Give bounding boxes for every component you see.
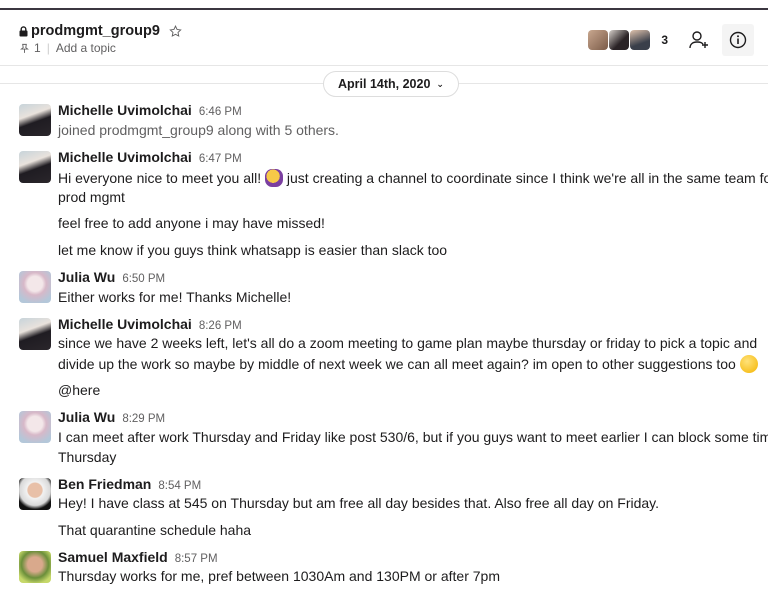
- chevron-down-icon: ⌄: [436, 78, 444, 89]
- message-text: Either works for me! Thanks Michelle!: [58, 289, 292, 305]
- member-avatar: [609, 30, 630, 50]
- timestamp[interactable]: 8:57 PM: [175, 553, 218, 565]
- avatar[interactable]: [19, 551, 51, 583]
- member-avatars[interactable]: [588, 30, 651, 50]
- timestamp[interactable]: 6:50 PM: [122, 273, 165, 285]
- slightly-smiling-face-emoji: [739, 355, 758, 373]
- add-member-icon[interactable]: [688, 29, 710, 51]
- avatar[interactable]: [19, 478, 51, 510]
- add-topic-link[interactable]: Add a topic: [56, 41, 116, 55]
- message-text: let me know if you guys think whatsapp i…: [58, 242, 448, 258]
- author-name[interactable]: Michelle Uvimolchai: [58, 149, 192, 165]
- timestamp[interactable]: 8:29 PM: [122, 413, 165, 425]
- message-text: Hi everyone nice to meet you all! just c…: [58, 169, 768, 187]
- message-text: joined prodmgmt_group9 along with 5 othe…: [58, 122, 339, 138]
- message-text: That quarantine schedule haha: [58, 522, 252, 538]
- channel-header: prodmgmt_group9 1 | Add a topic 3: [0, 10, 768, 66]
- avatar[interactable]: [19, 104, 51, 136]
- avatar[interactable]: [19, 411, 51, 443]
- message-text: feel free to add anyone i may have misse…: [58, 215, 325, 231]
- author-name[interactable]: Julia Wu: [58, 269, 115, 285]
- avatar[interactable]: [19, 318, 51, 350]
- author-name[interactable]: Julia Wu: [58, 409, 115, 425]
- channel-name: prodmgmt_group9: [31, 23, 160, 39]
- person-raising-hand-emoji: [265, 169, 283, 187]
- lock-icon: [19, 25, 28, 36]
- pinned-count[interactable]: 1: [34, 41, 41, 55]
- channel-info-button[interactable]: [722, 24, 754, 56]
- text-segment: Hi everyone nice to meet you all!: [58, 170, 262, 186]
- author-name[interactable]: Michelle Uvimolchai: [58, 316, 192, 332]
- author-name[interactable]: Samuel Maxfield: [58, 549, 168, 565]
- timestamp[interactable]: 8:54 PM: [158, 480, 201, 492]
- timestamp[interactable]: 8:26 PM: [199, 320, 242, 332]
- timestamp[interactable]: 6:46 PM: [199, 106, 242, 118]
- channel-title[interactable]: prodmgmt_group9: [19, 23, 182, 39]
- pin-icon[interactable]: [19, 43, 30, 54]
- member-count[interactable]: 3: [661, 33, 668, 47]
- text-segment: just creating a channel to coordinate si…: [286, 170, 768, 186]
- message-text: I can meet after work Thursday and Frida…: [58, 429, 768, 445]
- author-name[interactable]: Michelle Uvimolchai: [58, 102, 192, 118]
- message-text: prod mgmt: [58, 189, 125, 205]
- message-text: divide up the work so maybe by middle of…: [58, 355, 758, 373]
- message-text: Thursday: [58, 449, 117, 465]
- info-icon: [729, 31, 747, 49]
- message-text: Thursday works for me, pref between 1030…: [58, 568, 500, 584]
- text-segment: divide up the work so maybe by middle of…: [58, 356, 736, 372]
- author-name[interactable]: Ben Friedman: [58, 476, 151, 492]
- date-label: April 14th, 2020: [338, 77, 431, 91]
- separator: |: [46, 41, 50, 55]
- message-text: since we have 2 weeks left, let's all do…: [58, 335, 758, 351]
- star-icon[interactable]: [169, 24, 182, 38]
- message-text: Hey! I have class at 545 on Thursday but…: [58, 495, 660, 511]
- mention-here[interactable]: @here: [58, 382, 100, 398]
- avatar[interactable]: [19, 151, 51, 183]
- date-divider-button[interactable]: April 14th, 2020 ⌄: [323, 71, 459, 97]
- timestamp[interactable]: 6:47 PM: [199, 153, 242, 165]
- header-actions: 3: [588, 24, 754, 56]
- channel-details: 1 | Add a topic: [19, 41, 116, 55]
- member-avatar: [588, 30, 609, 50]
- member-avatar: [630, 30, 651, 50]
- avatar[interactable]: [19, 271, 51, 303]
